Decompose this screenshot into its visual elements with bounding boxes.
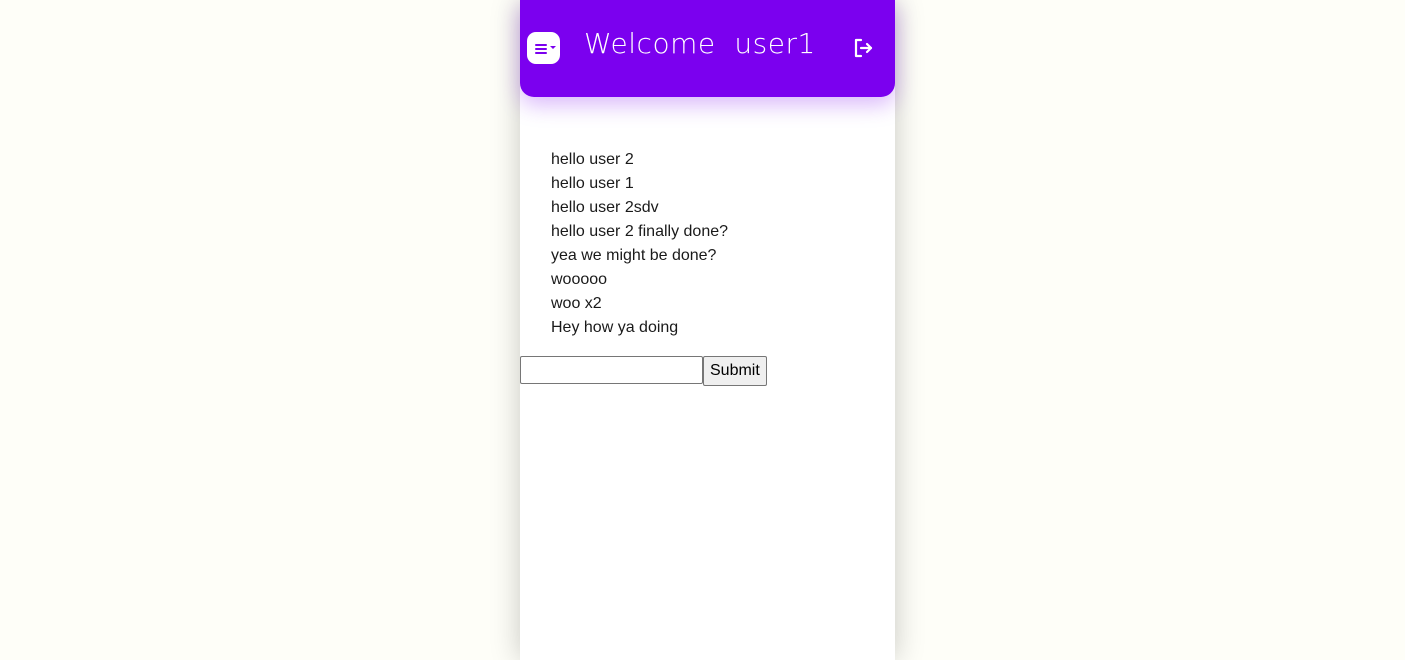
menu-icon [535, 44, 547, 56]
message-input[interactable] [520, 356, 703, 384]
message-item: hello user 2sdv [551, 199, 659, 216]
logout-icon[interactable] [851, 36, 875, 60]
submit-button[interactable]: Submit [703, 356, 767, 386]
message-item: Hey how ya doing [551, 319, 679, 336]
message-item: yea we might be done? [551, 247, 717, 264]
chat-app: Welcome user1 hello user 2 hello user 1 … [520, 0, 895, 660]
menu-button[interactable] [527, 32, 560, 64]
page-title: Welcome user1 [584, 27, 816, 60]
message-form: Submit [520, 356, 767, 386]
message-list: hello user 2 hello user 1 hello user 2sd… [551, 148, 728, 340]
header-bar: Welcome user1 [520, 0, 895, 97]
message-item: woo x2 [551, 295, 602, 312]
message-item: wooooo [551, 271, 608, 288]
message-item: hello user 2 finally done? [551, 223, 729, 240]
message-item: hello user 1 [551, 175, 634, 192]
chevron-down-icon [550, 46, 556, 49]
message-item: hello user 2 [551, 151, 634, 168]
